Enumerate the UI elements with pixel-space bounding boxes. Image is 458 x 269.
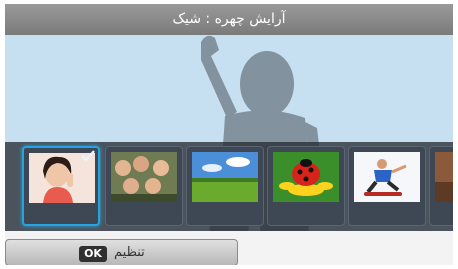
- page-title: آرایش چهره : شیک: [172, 11, 286, 27]
- skateboarder-image: [354, 152, 420, 202]
- title-bar: آرایش چهره : شیک: [5, 4, 453, 35]
- thumbnail-strip[interactable]: [5, 142, 453, 231]
- thumbnail-portrait[interactable]: [22, 146, 100, 226]
- bottom-bar: OK تنظیم: [5, 231, 453, 265]
- checkmark-icon: [81, 150, 95, 162]
- landscape-image: [192, 152, 258, 202]
- camera-screen: آرایش چهره : شیک OK تنظیم: [5, 4, 453, 265]
- thumbnail-partial[interactable]: [429, 146, 453, 226]
- partial-image: [435, 152, 453, 202]
- thumbnail-skateboarder[interactable]: [348, 146, 426, 226]
- thumbnail-group-photo[interactable]: [105, 146, 183, 226]
- thumbnail-ladybug[interactable]: [267, 146, 345, 226]
- ok-setting-button[interactable]: OK تنظیم: [5, 239, 238, 265]
- ladybug-image: [273, 152, 339, 202]
- ok-action-label: تنظیم: [114, 245, 145, 260]
- thumbnail-landscape[interactable]: [186, 146, 264, 226]
- ok-key-icon: OK: [79, 246, 107, 262]
- group-photo-image: [111, 152, 177, 202]
